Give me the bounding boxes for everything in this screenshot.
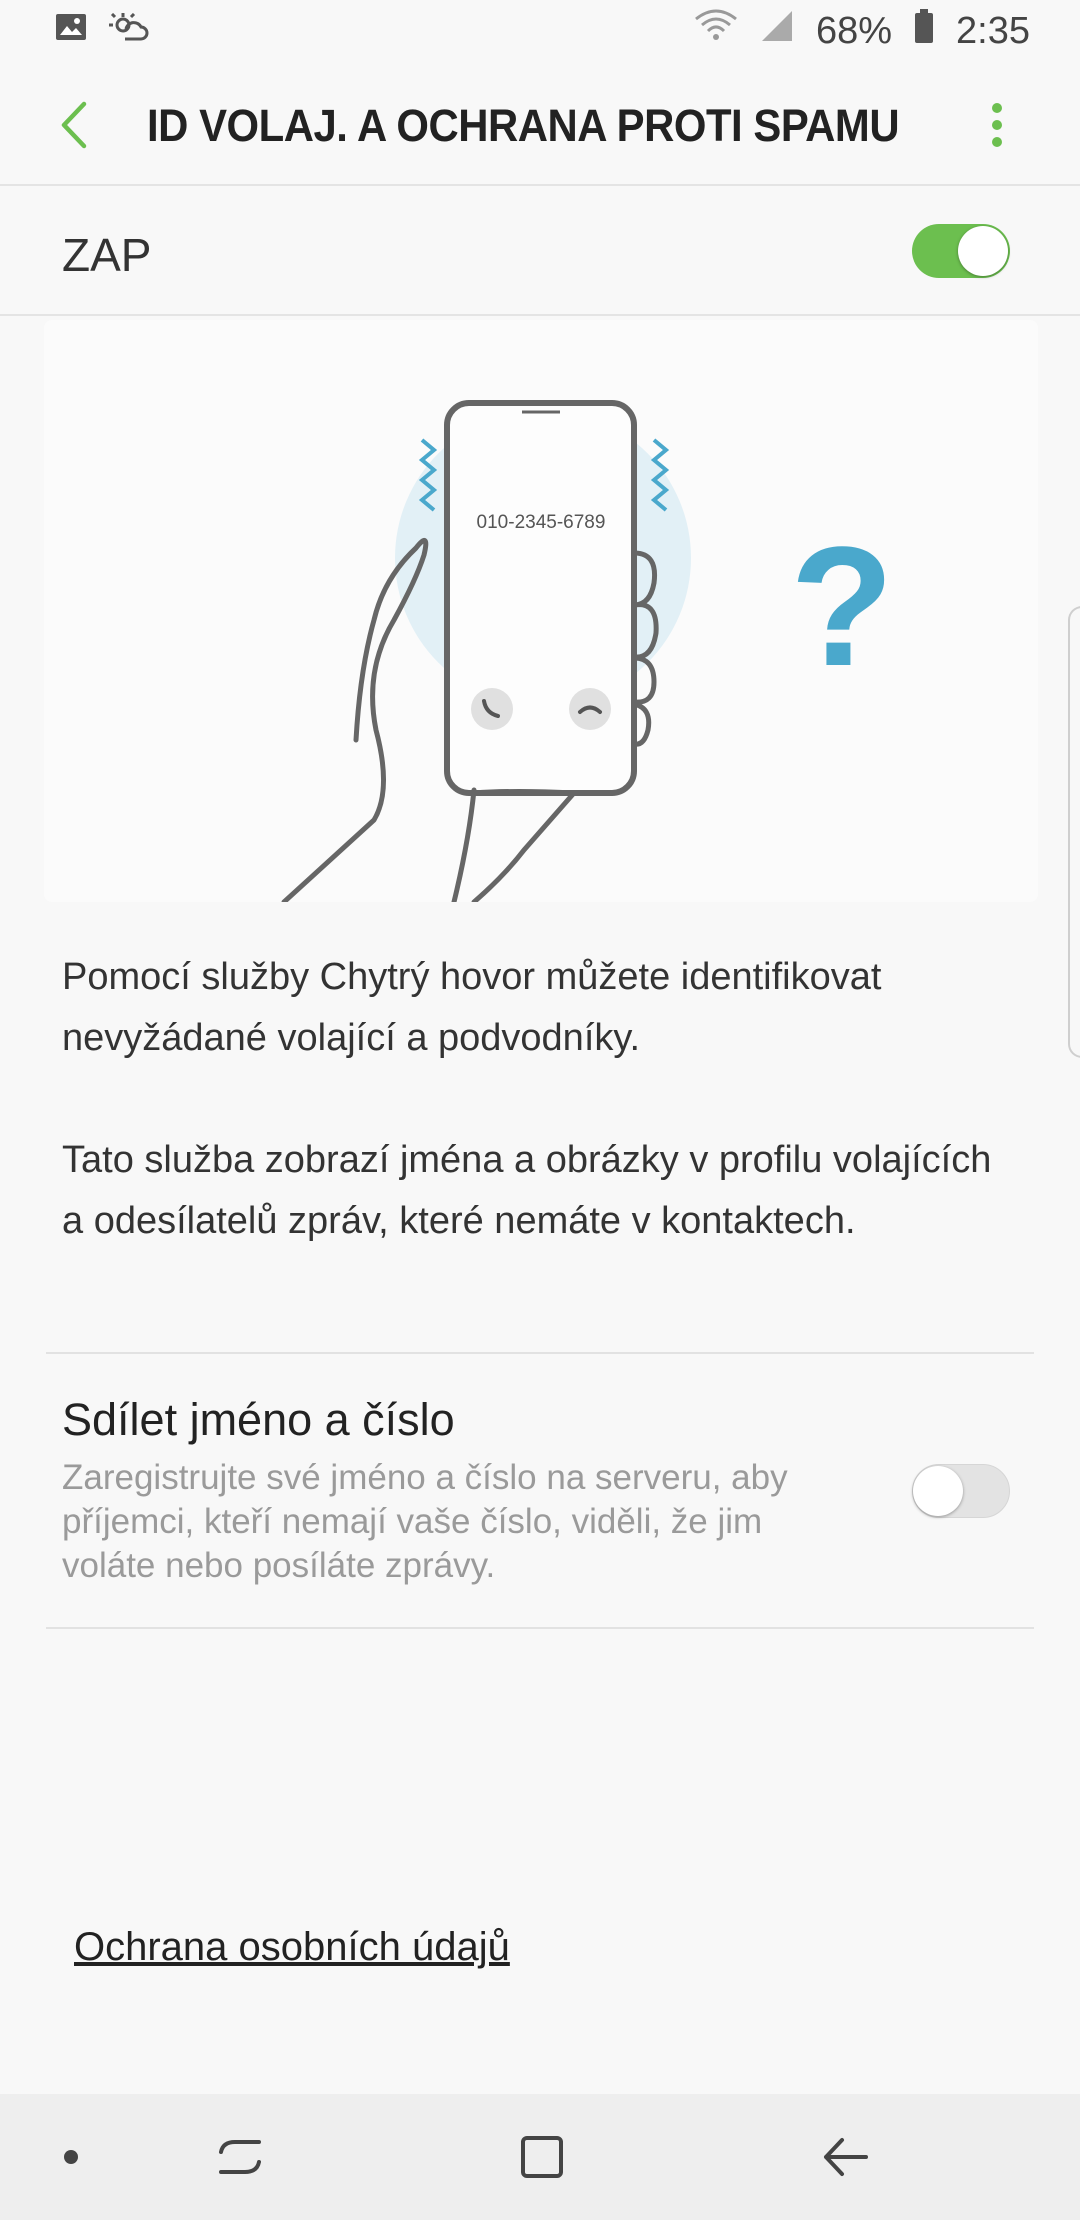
more-vertical-icon	[992, 103, 1002, 147]
battery-icon	[914, 9, 934, 53]
nav-home[interactable]	[507, 2124, 577, 2190]
phone-body	[444, 400, 637, 796]
status-bar: 68% 2:35	[0, 0, 1080, 62]
caller-number: 010-2345-6789	[477, 512, 606, 533]
toggle-knob	[913, 1466, 963, 1516]
app-bar: ID VOLAJ. A OCHRANA PROTI SPAMU	[0, 62, 1080, 186]
nav-recents[interactable]	[205, 2124, 275, 2190]
share-setting-description: Zaregistrujte své jméno a číslo na serve…	[62, 1458, 788, 1585]
recents-icon	[219, 2140, 261, 2174]
illustration: 010-2345-6789 ?	[44, 320, 1038, 905]
back-icon	[824, 2138, 868, 2176]
nav-back[interactable]	[810, 2124, 880, 2190]
wifi-icon	[694, 9, 738, 53]
description-paragraph-2: Tato služba zobrazí jména a obrázky v pr…	[62, 1139, 992, 1242]
chevron-left-icon	[61, 101, 87, 149]
accept-call-icon	[471, 688, 513, 730]
dot-icon	[64, 2150, 78, 2164]
nav-dot[interactable]	[36, 2124, 106, 2190]
divider	[46, 1627, 1034, 1629]
description-paragraph-1: Pomocí služby Chytrý hovor můžete identi…	[62, 956, 882, 1059]
master-switch-label: ZAP	[62, 229, 152, 281]
battery-level: 68%	[815, 9, 893, 52]
back-button[interactable]	[50, 98, 100, 152]
divider	[46, 1352, 1034, 1354]
master-switch-row[interactable]: ZAP	[0, 188, 1080, 316]
more-options-button[interactable]	[985, 102, 1009, 148]
gallery-icon	[55, 10, 87, 53]
toggle-knob	[958, 226, 1008, 276]
home-icon	[521, 2136, 563, 2178]
signal-icon	[760, 9, 794, 53]
privacy-link[interactable]: Ochrana osobních údajů	[74, 1925, 510, 1970]
master-toggle[interactable]	[912, 224, 1010, 278]
clock: 2:35	[956, 9, 1030, 52]
share-toggle[interactable]	[912, 1464, 1010, 1518]
navigation-bar	[0, 2094, 1080, 2220]
share-setting-title: Sdílet jméno a číslo	[62, 1394, 455, 1445]
page-title: ID VOLAJ. A OCHRANA PROTI SPAMU	[147, 100, 900, 151]
question-mark-icon: ?	[790, 512, 894, 702]
edge-panel-handle[interactable]	[1068, 606, 1080, 1058]
weather-icon	[109, 10, 149, 53]
